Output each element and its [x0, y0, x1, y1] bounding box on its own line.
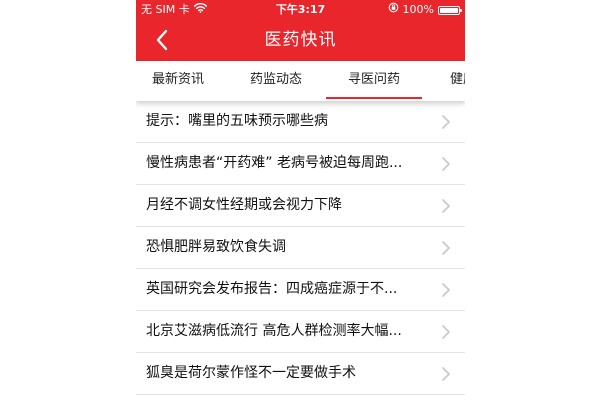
list-item[interactable]: 提示：嘴里的五味预示哪些病	[136, 101, 465, 143]
category-tabs: 最新资讯 药监动态 寻医问药 健康	[136, 61, 465, 101]
chevron-right-icon	[442, 241, 450, 255]
nav-bar: 医药快讯	[136, 20, 465, 61]
chevron-right-icon	[442, 115, 450, 129]
battery-percent: 100%	[402, 3, 434, 16]
list-item[interactable]: 慢性病患者“开药难” 老病号被迫每周跑...	[136, 143, 465, 185]
article-title: 英国研究会发布报告：四成癌症源于不...	[146, 281, 398, 297]
list-item[interactable]: 狐臭是荷尔蒙作怪不一定要做手术	[136, 353, 465, 395]
list-item[interactable]: 月经不调女性经期或会视力下降	[136, 185, 465, 227]
status-bar: 无 SIM 卡 下午3:17 100%	[136, 0, 465, 20]
status-right: 100%	[388, 0, 462, 20]
tab-label: 健康	[450, 72, 465, 87]
article-title: 狐臭是荷尔蒙作怪不一定要做手术	[146, 365, 356, 381]
tab-drug-regulation[interactable]: 药监动态	[250, 61, 302, 101]
list-item[interactable]: 恐惧肥胖易致饮食失调	[136, 227, 465, 269]
phone-screen: 无 SIM 卡 下午3:17 100% 医药快讯 最新资讯 药监动态 寻医问药 …	[136, 0, 465, 400]
article-title: 慢性病患者“开药难” 老病号被迫每周跑...	[146, 155, 403, 171]
article-title: 月经不调女性经期或会视力下降	[146, 197, 342, 213]
battery-tip	[460, 8, 462, 12]
tab-latest-news[interactable]: 最新资讯	[152, 61, 204, 101]
article-title: 北京艾滋病低流行 高危人群检测率大幅...	[146, 323, 402, 339]
chevron-right-icon	[442, 367, 450, 381]
tab-seek-medical-advice[interactable]: 寻医问药	[326, 61, 422, 101]
article-title: 恐惧肥胖易致饮食失调	[146, 239, 286, 255]
list-item[interactable]: 英国研究会发布报告：四成癌症源于不...	[136, 269, 465, 311]
active-tab-indicator	[326, 97, 422, 99]
list-item[interactable]: 北京艾滋病低流行 高危人群检测率大幅...	[136, 311, 465, 353]
article-title: 提示：嘴里的五味预示哪些病	[146, 113, 328, 129]
tab-health[interactable]: 健康	[450, 61, 465, 101]
orientation-lock-icon	[388, 0, 399, 20]
chevron-right-icon	[442, 283, 450, 297]
page-title: 医药快讯	[264, 30, 337, 50]
tab-label: 最新资讯	[152, 72, 205, 87]
battery-icon	[438, 5, 462, 15]
tab-label: 寻医问药	[347, 72, 400, 87]
article-list: 提示：嘴里的五味预示哪些病 慢性病患者“开药难” 老病号被迫每周跑... 月经不…	[136, 101, 465, 400]
app-header: 无 SIM 卡 下午3:17 100% 医药快讯	[136, 0, 465, 61]
screenshot-stage: 无 SIM 卡 下午3:17 100% 医药快讯 最新资讯 药监动态 寻医问药 …	[0, 0, 600, 400]
chevron-right-icon	[442, 325, 450, 339]
chevron-right-icon	[442, 199, 450, 213]
battery-fill	[440, 7, 458, 13]
tab-label: 药监动态	[250, 72, 303, 87]
chevron-right-icon	[442, 157, 450, 171]
